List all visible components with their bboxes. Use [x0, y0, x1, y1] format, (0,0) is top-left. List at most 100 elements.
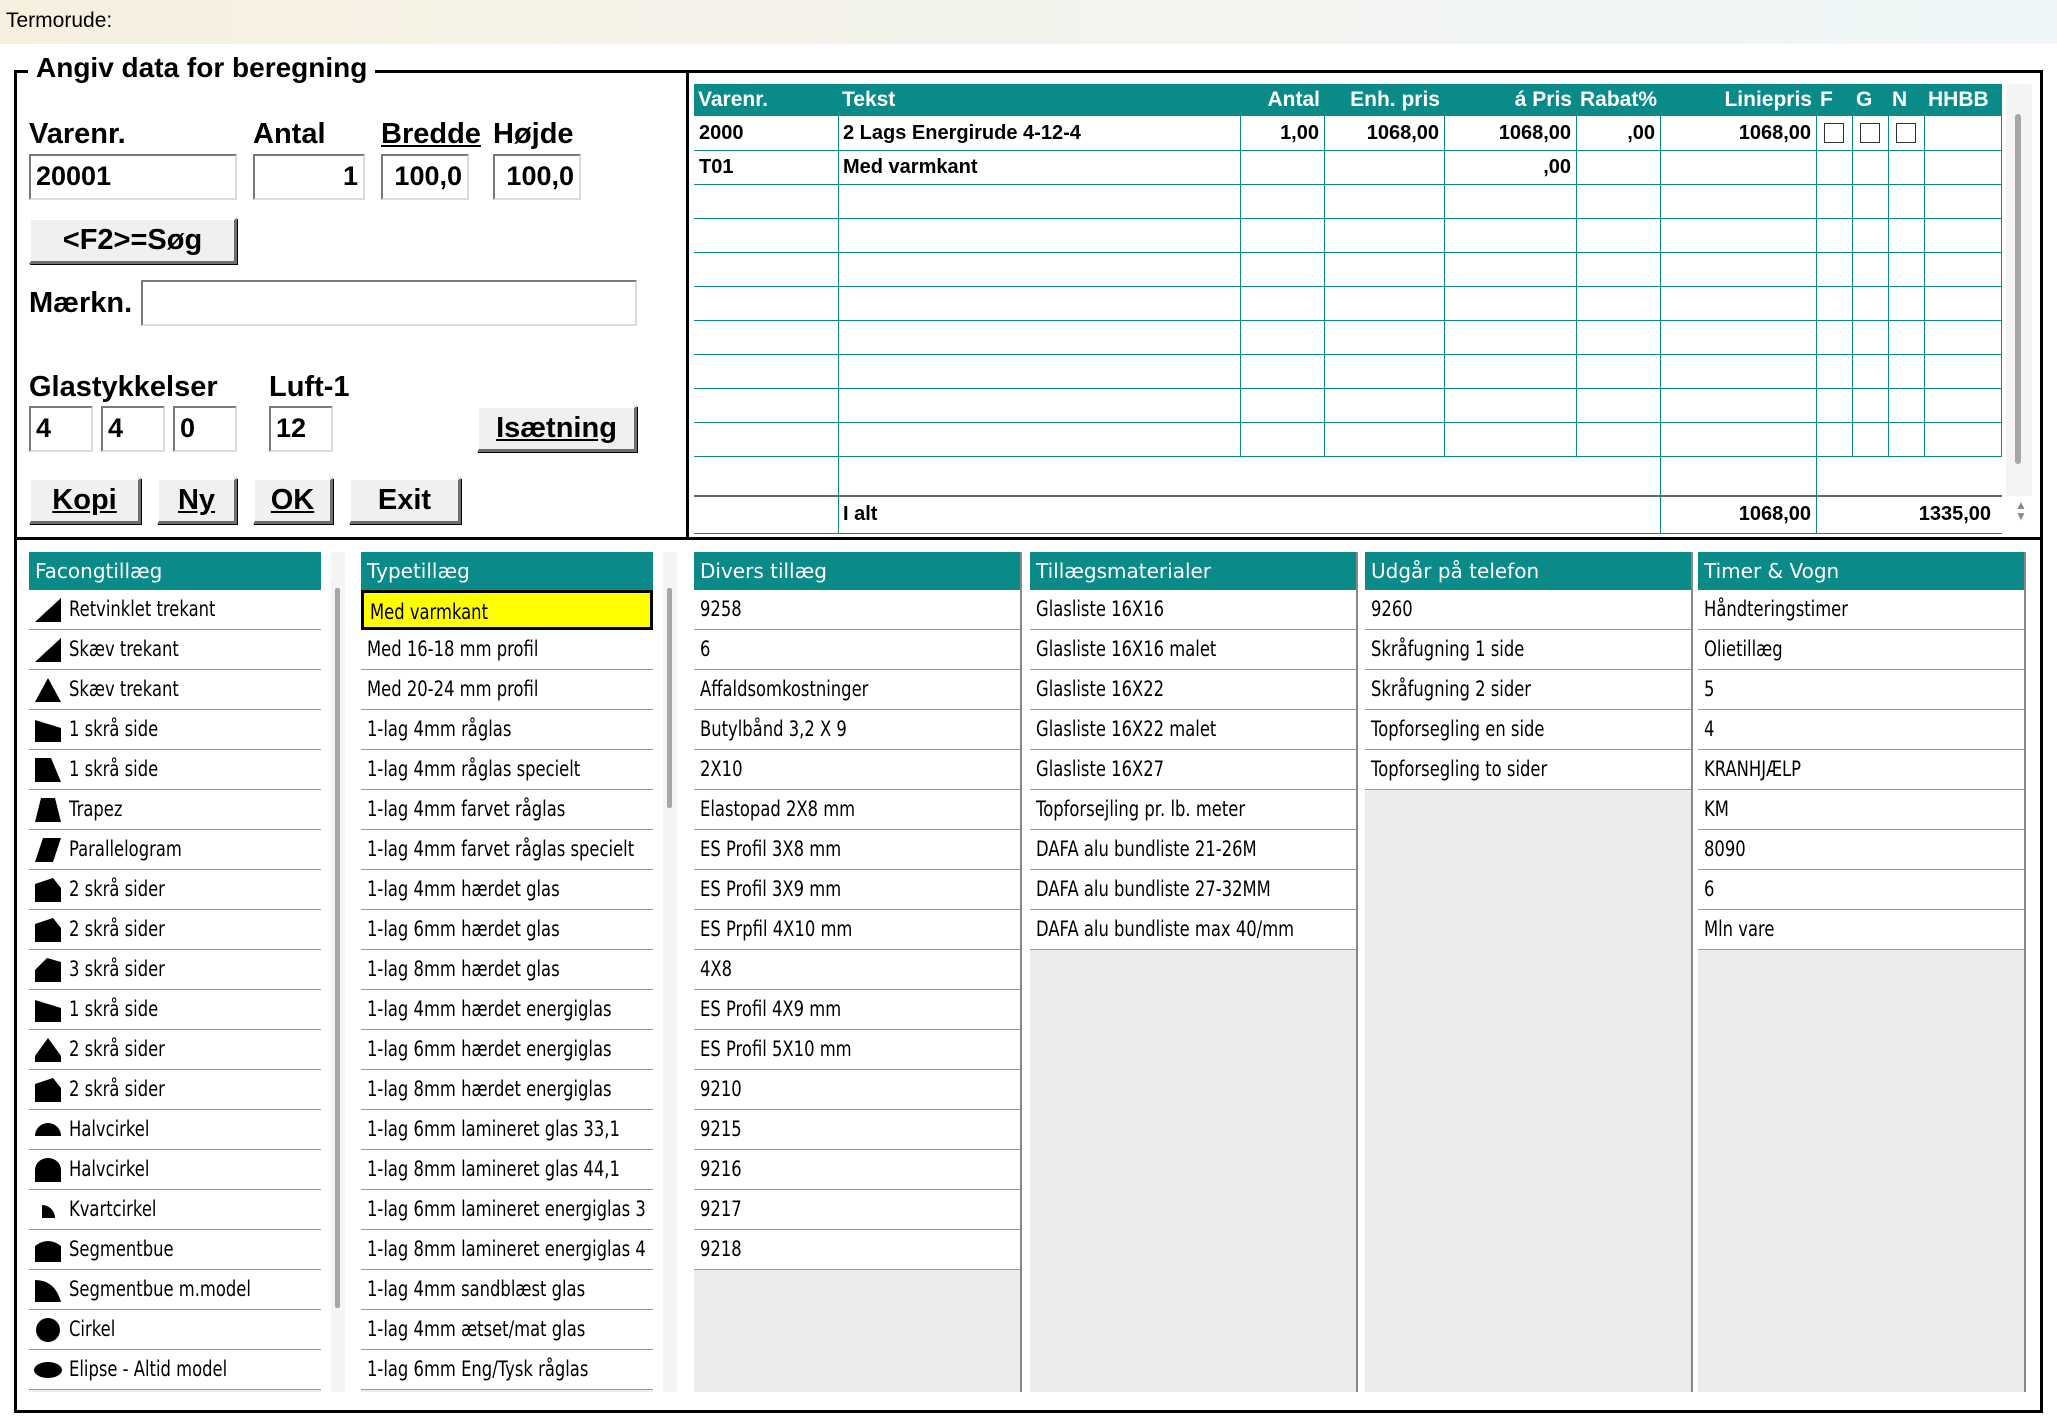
- row2-tekst[interactable]: Med varmkant: [838, 151, 1240, 183]
- col-f[interactable]: F: [1816, 84, 1852, 116]
- type-item[interactable]: 1-lag 4mm ætset/mat glas: [361, 1310, 653, 1350]
- col-g[interactable]: G: [1852, 84, 1888, 116]
- facon-item[interactable]: Skæv trekant: [29, 630, 321, 670]
- ok-button[interactable]: OK: [253, 478, 333, 524]
- col-n[interactable]: N: [1888, 84, 1924, 116]
- telefon-item[interactable]: Skråfugning 2 sider: [1365, 670, 1691, 710]
- row1-enh-pris[interactable]: 1068,00: [1324, 117, 1444, 149]
- glas-thickness-2-input[interactable]: 4: [101, 406, 165, 452]
- facon-item[interactable]: Skæv trekant: [29, 670, 321, 710]
- timer-item[interactable]: KM: [1698, 790, 2024, 830]
- type-item[interactable]: Med varmkant: [361, 590, 653, 630]
- col-enh-pris[interactable]: Enh. pris: [1324, 84, 1444, 116]
- type-item[interactable]: 1-lag 8mm hærdet energiglas: [361, 1070, 653, 1110]
- grid-scrollbar[interactable]: [2006, 84, 2032, 496]
- type-list-scrollbar[interactable]: [663, 552, 677, 1392]
- type-item[interactable]: 1-lag 4mm hærdet energiglas: [361, 990, 653, 1030]
- type-item[interactable]: Med 16-18 mm profil: [361, 630, 653, 670]
- row1-tekst[interactable]: 2 Lags Energirude 4-12-4: [838, 117, 1240, 149]
- type-item[interactable]: 1-lag 4mm råglas specielt: [361, 750, 653, 790]
- type-item[interactable]: 1-lag 4mm farvet råglas specielt: [361, 830, 653, 870]
- timer-item[interactable]: 6: [1698, 870, 2024, 910]
- tillaeg-item[interactable]: Glasliste 16X22 malet: [1030, 710, 1356, 750]
- divers-item[interactable]: ES Profil 3X9 mm: [694, 870, 1020, 910]
- col-a-pris[interactable]: á Pris: [1444, 84, 1576, 116]
- divers-item[interactable]: 9215: [694, 1110, 1020, 1150]
- tillaeg-item[interactable]: Topforsejling pr. lb. meter: [1030, 790, 1356, 830]
- antal-input[interactable]: 1: [253, 154, 365, 200]
- facon-item[interactable]: Halvcirkel: [29, 1150, 321, 1190]
- facon-item[interactable]: 2 skrå sider: [29, 1070, 321, 1110]
- col-tekst[interactable]: Tekst: [838, 84, 1240, 116]
- telefon-item[interactable]: Topforsegling to sider: [1365, 750, 1691, 790]
- tillaeg-item[interactable]: Glasliste 16X22: [1030, 670, 1356, 710]
- divers-item[interactable]: 9216: [694, 1150, 1020, 1190]
- varenr-input[interactable]: 20001: [29, 154, 237, 200]
- luft-input[interactable]: 12: [269, 406, 333, 452]
- tillaeg-item[interactable]: DAFA alu bundliste 21-26M: [1030, 830, 1356, 870]
- facon-item[interactable]: Kvartcirkel: [29, 1190, 321, 1230]
- type-item[interactable]: 1-lag 8mm hærdet glas: [361, 950, 653, 990]
- facon-item[interactable]: Halvcirkel: [29, 1110, 321, 1150]
- row1-antal[interactable]: 1,00: [1240, 117, 1324, 149]
- timer-item[interactable]: 5: [1698, 670, 2024, 710]
- type-item[interactable]: 1-lag 6mm lamineret energiglas 3: [361, 1190, 653, 1230]
- telefon-item[interactable]: Topforsegling en side: [1365, 710, 1691, 750]
- ny-button[interactable]: Ny: [157, 478, 237, 524]
- col-hhbb[interactable]: HHBB: [1924, 84, 1996, 116]
- type-item[interactable]: 1-lag 6mm hærdet energiglas: [361, 1030, 653, 1070]
- timer-item[interactable]: KRANHJÆLP: [1698, 750, 2024, 790]
- facon-item[interactable]: 1 skrå side: [29, 710, 321, 750]
- type-item[interactable]: 1-lag 4mm hærdet glas: [361, 870, 653, 910]
- isaetning-button[interactable]: Isætning: [477, 406, 637, 452]
- divers-item[interactable]: ES Profil 5X10 mm: [694, 1030, 1020, 1070]
- row1-n-checkbox[interactable]: [1896, 123, 1916, 143]
- facon-list-scrollbar[interactable]: [331, 552, 345, 1392]
- divers-item[interactable]: Affaldsomkostninger: [694, 670, 1020, 710]
- timer-item[interactable]: 4: [1698, 710, 2024, 750]
- col-varenr[interactable]: Varenr.: [694, 84, 838, 116]
- type-item[interactable]: 1-lag 4mm råglas: [361, 710, 653, 750]
- timer-item[interactable]: 8090: [1698, 830, 2024, 870]
- glas-thickness-3-input[interactable]: 0: [173, 406, 237, 452]
- telefon-item[interactable]: Skråfugning 1 side: [1365, 630, 1691, 670]
- divers-item[interactable]: ES Prpfil 4X10 mm: [694, 910, 1020, 950]
- facon-item[interactable]: 1 skrå side: [29, 990, 321, 1030]
- facon-item[interactable]: 2 skrå sider: [29, 870, 321, 910]
- type-item[interactable]: 1-lag 6mm lamineret glas 33,1: [361, 1110, 653, 1150]
- divers-item[interactable]: Elastopad 2X8 mm: [694, 790, 1020, 830]
- type-item[interactable]: 1-lag 4mm sandblæst glas: [361, 1270, 653, 1310]
- exit-button[interactable]: Exit: [349, 478, 461, 524]
- facon-item[interactable]: Trapez: [29, 790, 321, 830]
- row2-a-pris[interactable]: ,00: [1444, 151, 1576, 183]
- facon-item[interactable]: Segmentbue: [29, 1230, 321, 1270]
- row1-varenr[interactable]: 2000: [694, 117, 838, 149]
- divers-item[interactable]: Butylbånd 3,2 X 9: [694, 710, 1020, 750]
- tillaeg-item[interactable]: Glasliste 16X27: [1030, 750, 1356, 790]
- search-button[interactable]: <F2>=Søg: [29, 218, 237, 264]
- divers-item[interactable]: 9210: [694, 1070, 1020, 1110]
- tillaeg-item[interactable]: Glasliste 16X16 malet: [1030, 630, 1356, 670]
- facon-item[interactable]: Cirkel: [29, 1310, 321, 1350]
- facon-item[interactable]: Retvinklet trekant: [29, 590, 321, 630]
- facon-item[interactable]: 3 skrå sider: [29, 950, 321, 990]
- type-item[interactable]: Med 20-24 mm profil: [361, 670, 653, 710]
- facon-item[interactable]: 2 skrå sider: [29, 1030, 321, 1070]
- type-item[interactable]: 1-lag 4mm farvet råglas: [361, 790, 653, 830]
- maerkn-input[interactable]: [141, 280, 637, 326]
- timer-item[interactable]: Håndteringstimer: [1698, 590, 2024, 630]
- divers-item[interactable]: 2X10: [694, 750, 1020, 790]
- telefon-item[interactable]: 9260: [1365, 590, 1691, 630]
- type-item[interactable]: 1-lag 8mm lamineret glas 44,1: [361, 1150, 653, 1190]
- bredde-input[interactable]: 100,0: [381, 154, 469, 200]
- col-liniepris[interactable]: Liniepris: [1660, 84, 1816, 116]
- row1-liniepris[interactable]: 1068,00: [1660, 117, 1816, 149]
- tillaeg-item[interactable]: Glasliste 16X16: [1030, 590, 1356, 630]
- col-antal[interactable]: Antal: [1240, 84, 1324, 116]
- row2-varenr[interactable]: T01: [694, 151, 838, 183]
- divers-item[interactable]: ES Profil 3X8 mm: [694, 830, 1020, 870]
- divers-item[interactable]: 6: [694, 630, 1020, 670]
- facon-item[interactable]: 1 skrå side: [29, 750, 321, 790]
- divers-item[interactable]: 9258: [694, 590, 1020, 630]
- divers-item[interactable]: 9218: [694, 1230, 1020, 1270]
